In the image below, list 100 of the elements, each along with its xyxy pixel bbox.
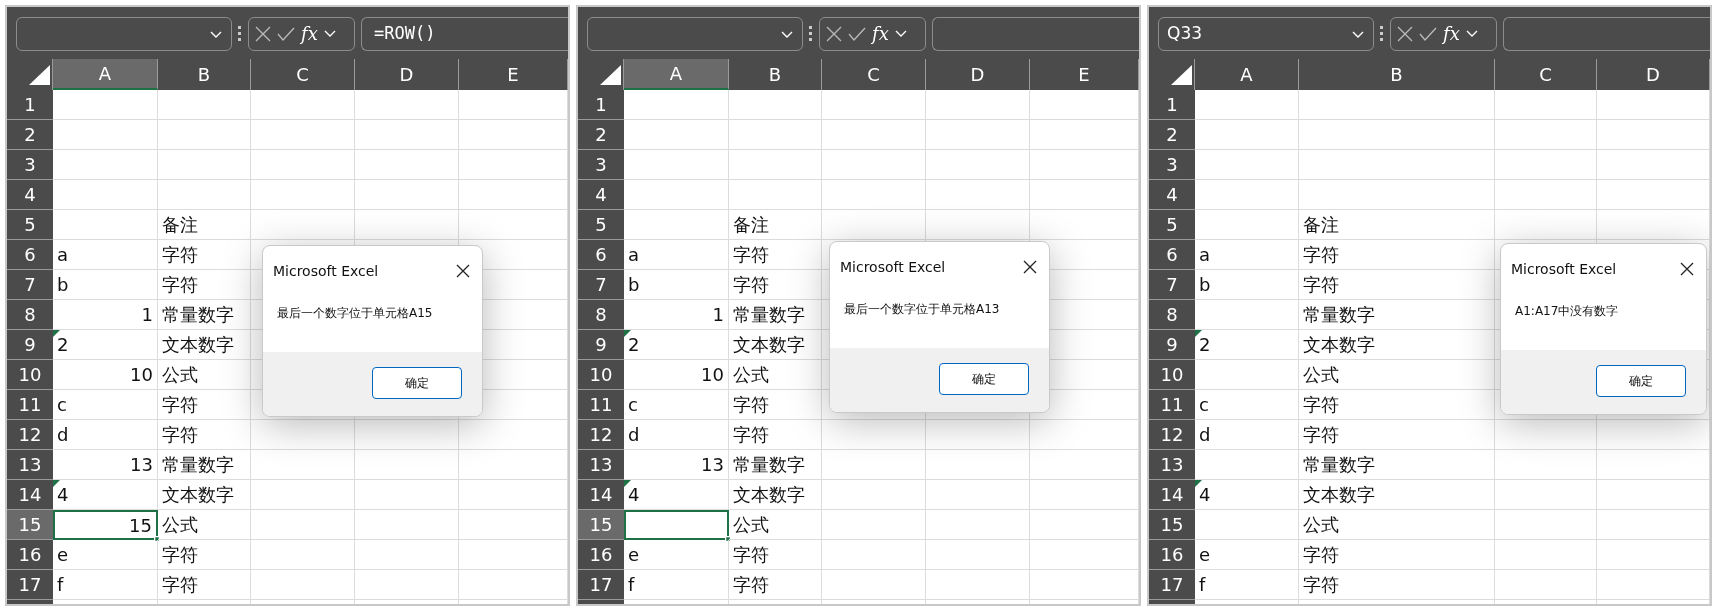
table-cell[interactable]: 字符 bbox=[158, 540, 251, 570]
row-header[interactable]: 6 bbox=[7, 240, 53, 270]
table-cell[interactable]: b bbox=[53, 270, 158, 300]
more-icon[interactable] bbox=[809, 26, 813, 42]
row-header[interactable]: 2 bbox=[7, 120, 53, 150]
table-cell[interactable]: 字符 bbox=[158, 420, 251, 450]
chevron-down-icon[interactable] bbox=[1465, 30, 1478, 38]
row-header[interactable]: 16 bbox=[578, 540, 624, 570]
table-cell[interactable]: 10 bbox=[624, 360, 729, 390]
table-cell[interactable]: e bbox=[53, 540, 158, 570]
column-header[interactable]: B bbox=[158, 59, 251, 90]
more-icon[interactable] bbox=[1380, 26, 1384, 42]
table-cell[interactable]: 字符 bbox=[729, 240, 822, 270]
table-cell[interactable]: 文本数字 bbox=[729, 330, 822, 360]
row-header[interactable]: 11 bbox=[1149, 390, 1195, 420]
close-icon[interactable] bbox=[1680, 262, 1694, 276]
table-cell[interactable]: 字符 bbox=[158, 270, 251, 300]
table-cell[interactable]: 15 bbox=[53, 510, 158, 540]
cancel-icon[interactable] bbox=[1397, 26, 1413, 42]
table-cell[interactable]: 文本数字 bbox=[158, 330, 251, 360]
row-header[interactable]: 7 bbox=[578, 270, 624, 300]
insert-function-button[interactable]: fx bbox=[872, 25, 889, 43]
table-cell[interactable]: 常量数字 bbox=[1299, 450, 1495, 480]
chevron-down-icon[interactable] bbox=[894, 30, 907, 38]
row-header[interactable]: 12 bbox=[578, 420, 624, 450]
table-cell[interactable]: d bbox=[1195, 420, 1299, 450]
row-header[interactable]: 2 bbox=[578, 120, 624, 150]
table-cell[interactable]: c bbox=[1195, 390, 1299, 420]
cancel-icon[interactable] bbox=[826, 26, 842, 42]
chevron-down-icon[interactable] bbox=[780, 29, 794, 39]
row-header[interactable]: 1 bbox=[578, 90, 624, 120]
table-cell[interactable]: 公式 bbox=[158, 510, 251, 540]
column-header[interactable]: B bbox=[1299, 59, 1495, 90]
chevron-down-icon[interactable] bbox=[323, 30, 336, 38]
fill-handle[interactable] bbox=[154, 536, 160, 542]
table-cell[interactable]: 文本数字 bbox=[1299, 330, 1495, 360]
table-cell[interactable]: 字符 bbox=[1299, 270, 1495, 300]
table-cell[interactable]: 备注 bbox=[1299, 210, 1495, 240]
table-cell[interactable]: 2 bbox=[1195, 330, 1299, 360]
column-header[interactable]: B bbox=[729, 59, 822, 90]
column-header[interactable]: E bbox=[459, 59, 568, 90]
table-cell[interactable]: e bbox=[624, 540, 729, 570]
table-cell[interactable]: 13 bbox=[624, 450, 729, 480]
cancel-icon[interactable] bbox=[255, 26, 271, 42]
column-header[interactable]: C bbox=[822, 59, 926, 90]
table-cell[interactable]: 文本数字 bbox=[729, 480, 822, 510]
check-icon[interactable] bbox=[277, 27, 295, 41]
table-cell[interactable]: 公式 bbox=[158, 360, 251, 390]
table-cell[interactable]: 常量数字 bbox=[1299, 300, 1495, 330]
table-cell[interactable]: 13 bbox=[53, 450, 158, 480]
row-header[interactable]: 6 bbox=[1149, 240, 1195, 270]
column-header[interactable]: A bbox=[624, 59, 729, 90]
row-header[interactable]: 13 bbox=[578, 450, 624, 480]
row-header[interactable]: 13 bbox=[7, 450, 53, 480]
table-cell[interactable]: 1 bbox=[53, 300, 158, 330]
formula-bar[interactable] bbox=[932, 17, 1139, 51]
table-cell[interactable]: 字符 bbox=[729, 390, 822, 420]
table-cell[interactable]: c bbox=[53, 390, 158, 420]
table-cell[interactable]: 4 bbox=[1195, 480, 1299, 510]
table-cell[interactable]: 文本数字 bbox=[158, 480, 251, 510]
row-header[interactable]: 16 bbox=[7, 540, 53, 570]
table-cell[interactable]: 公式 bbox=[1299, 510, 1495, 540]
table-cell[interactable]: 4 bbox=[624, 480, 729, 510]
row-header[interactable]: 4 bbox=[1149, 180, 1195, 210]
column-header[interactable]: C bbox=[251, 59, 355, 90]
row-header[interactable]: 5 bbox=[578, 210, 624, 240]
table-cell[interactable]: a bbox=[624, 240, 729, 270]
row-header[interactable]: 8 bbox=[1149, 300, 1195, 330]
row-header[interactable]: 7 bbox=[7, 270, 53, 300]
ok-button[interactable]: 确定 bbox=[372, 367, 463, 399]
table-cell[interactable]: 2 bbox=[624, 330, 729, 360]
column-header[interactable]: C bbox=[1495, 59, 1597, 90]
table-cell[interactable]: 公式 bbox=[1299, 360, 1495, 390]
row-header[interactable]: 5 bbox=[7, 210, 53, 240]
table-cell[interactable]: 常量数字 bbox=[729, 300, 822, 330]
row-header[interactable]: 15 bbox=[1149, 510, 1195, 540]
row-header[interactable]: 17 bbox=[1149, 570, 1195, 600]
row-header[interactable]: 4 bbox=[7, 180, 53, 210]
chevron-down-icon[interactable] bbox=[209, 29, 223, 39]
column-header[interactable]: D bbox=[355, 59, 459, 90]
row-header[interactable]: 14 bbox=[7, 480, 53, 510]
row-header[interactable]: 12 bbox=[1149, 420, 1195, 450]
row-header[interactable]: 5 bbox=[1149, 210, 1195, 240]
table-cell[interactable]: 公式 bbox=[729, 360, 822, 390]
table-cell[interactable]: 2 bbox=[53, 330, 158, 360]
table-cell[interactable]: f bbox=[53, 570, 158, 600]
table-cell[interactable]: 备注 bbox=[158, 210, 251, 240]
more-icon[interactable] bbox=[238, 26, 242, 42]
table-cell[interactable]: 字符 bbox=[729, 540, 822, 570]
row-header[interactable]: 4 bbox=[578, 180, 624, 210]
table-cell[interactable]: f bbox=[1195, 570, 1299, 600]
insert-function-button[interactable]: fx bbox=[301, 25, 318, 43]
ok-button[interactable]: 确定 bbox=[1596, 365, 1686, 397]
table-cell[interactable]: f bbox=[624, 570, 729, 600]
check-icon[interactable] bbox=[848, 27, 866, 41]
table-cell[interactable]: 常量数字 bbox=[158, 450, 251, 480]
table-cell[interactable]: 10 bbox=[53, 360, 158, 390]
row-header[interactable]: 10 bbox=[1149, 360, 1195, 390]
row-header[interactable]: 16 bbox=[1149, 540, 1195, 570]
formula-bar[interactable]: =ROW() bbox=[361, 17, 568, 51]
